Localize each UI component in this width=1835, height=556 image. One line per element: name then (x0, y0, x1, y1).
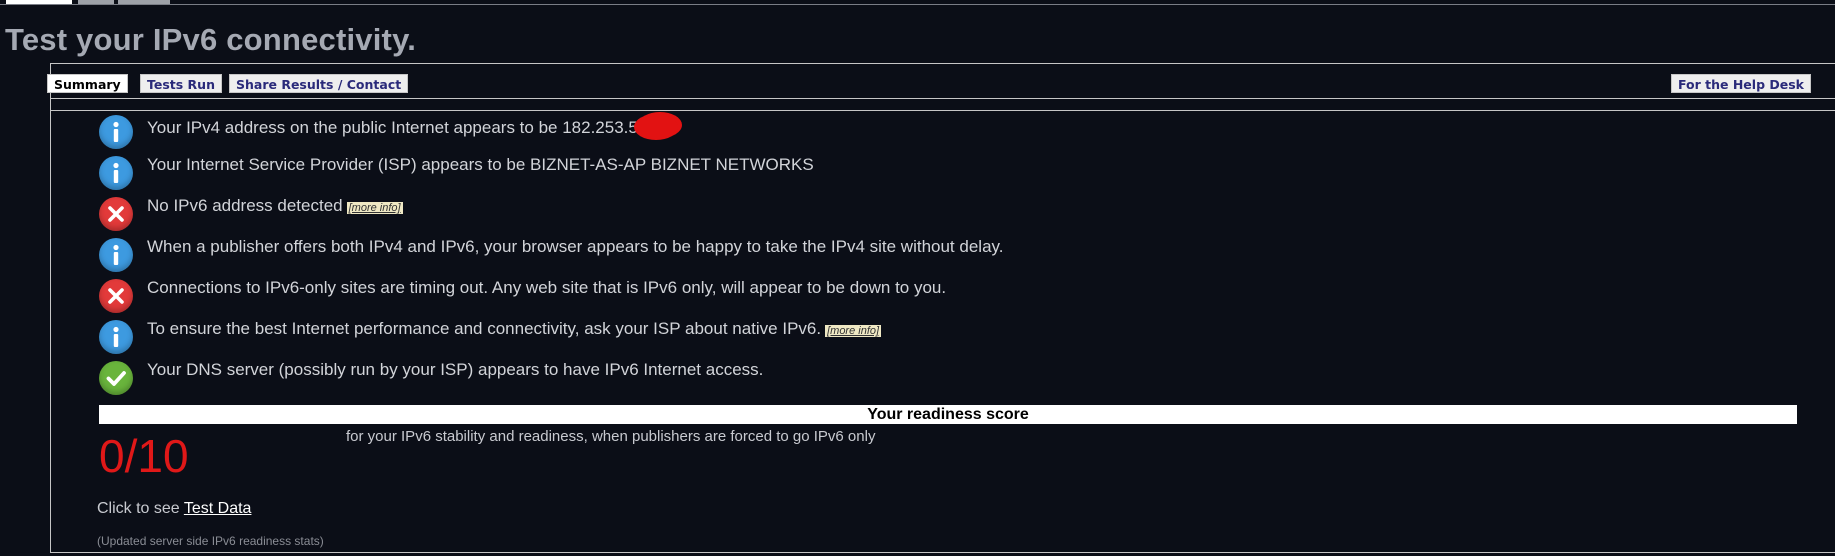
updated-note: (Updated server side IPv6 readiness stat… (97, 534, 324, 548)
error-icon (99, 197, 133, 231)
more-info-link[interactable]: [more info] (825, 325, 882, 337)
result-text: Your Internet Service Provider (ISP) app… (147, 155, 814, 174)
readiness-heading: Your readiness score (99, 405, 1797, 424)
result-text: Your DNS server (possibly run by your IS… (147, 360, 764, 379)
click-prefix: Click to see (97, 500, 180, 517)
tab-bar: Summary Tests Run Share Results / Contac… (47, 64, 1835, 99)
top-tab-stub (118, 0, 170, 4)
top-tab-stub (78, 0, 114, 4)
tab-help-desk[interactable]: For the Help Desk (1671, 74, 1811, 93)
result-text: When a publisher offers both IPv4 and IP… (147, 237, 1004, 256)
tab-summary[interactable]: Summary (47, 74, 128, 93)
test-data-link[interactable]: Test Data (184, 500, 252, 517)
result-text: No IPv6 address detected [more info] (147, 196, 403, 216)
info-icon (99, 156, 133, 190)
info-icon (99, 115, 133, 149)
results-panel: Summary Tests Run Share Results / Contac… (47, 63, 1835, 553)
native-ipv6-text: To ensure the best Internet performance … (147, 319, 822, 338)
tab-tests-run[interactable]: Tests Run (140, 74, 222, 93)
top-tab-stub (6, 0, 72, 4)
tab-share-results[interactable]: Share Results / Contact (229, 74, 409, 93)
ipv4-text: Your IPv4 address on the public Internet… (147, 118, 638, 137)
info-icon (99, 238, 133, 272)
error-icon (99, 279, 133, 313)
result-text: Your IPv4 address on the public Internet… (147, 114, 678, 140)
no-ipv6-text: No IPv6 address detected (147, 196, 343, 215)
result-text: To ensure the best Internet performance … (147, 319, 882, 339)
info-icon (99, 320, 133, 354)
more-info-link[interactable]: [more info] (346, 202, 403, 214)
readiness-description: for your IPv6 stability and readiness, w… (346, 428, 876, 445)
page-title: Test your IPv6 connectivity. (5, 22, 417, 57)
readiness-score: 0/10 (99, 430, 189, 482)
result-text: Connections to IPv6-only sites are timin… (147, 278, 947, 297)
test-data-line: Click to see Test Data (97, 500, 251, 518)
redaction-mark (633, 114, 678, 140)
top-separator (0, 0, 1835, 5)
check-icon (99, 361, 133, 395)
tab-bar-divider (51, 110, 1835, 111)
